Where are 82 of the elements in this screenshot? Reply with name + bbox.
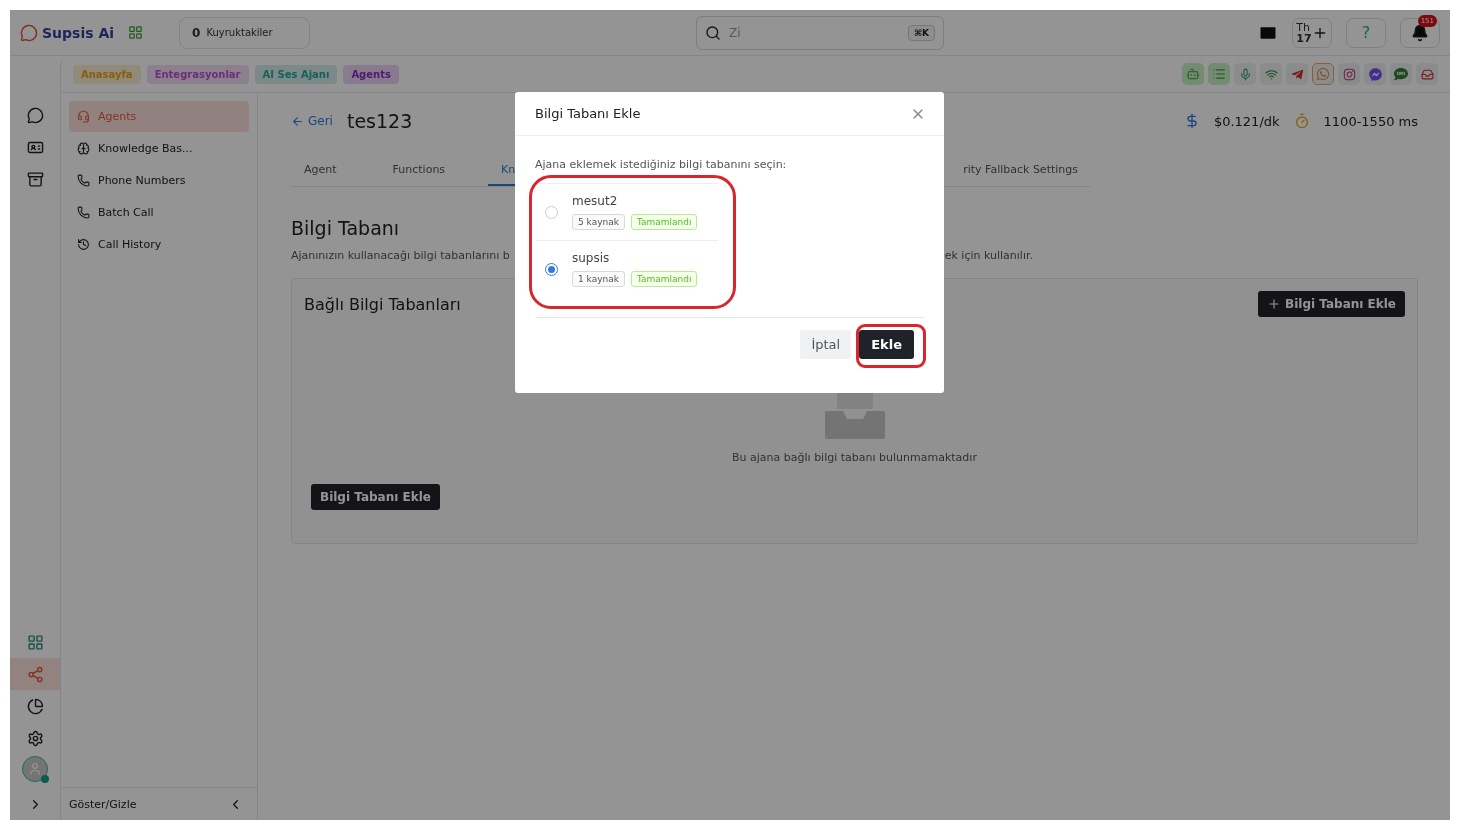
calendar-button[interactable]: Th 17	[1292, 17, 1332, 48]
knowledge-option[interactable]: mesut2 5 kaynak Tamamlandı	[535, 183, 718, 240]
stopwatch-icon	[1293, 113, 1310, 129]
price-text: $0.121/dk	[1213, 113, 1280, 129]
channel-button[interactable]	[1260, 63, 1282, 85]
source-count: 1 kaynak	[572, 271, 625, 287]
queue-label: Kuyruktakiler	[206, 27, 273, 38]
sms-icon	[1394, 67, 1408, 81]
channel-button[interactable]	[1364, 63, 1386, 85]
agent-title: tes123	[346, 110, 413, 132]
channel-button[interactable]	[1208, 63, 1230, 85]
sidebar-item[interactable]: Call History	[69, 229, 249, 260]
section-description: ek için kullanılır.	[944, 249, 1033, 262]
instagram-icon	[1342, 67, 1356, 81]
inbox-icon	[1420, 67, 1434, 81]
channel-button[interactable]	[1234, 63, 1256, 85]
back-link[interactable]: Geri	[291, 114, 333, 128]
weekday-label: Th	[1296, 21, 1312, 33]
add-knowledge-button[interactable]: Bilgi Tabanı Ekle	[1258, 291, 1405, 317]
search-icon	[705, 24, 722, 41]
toggle-sidebar-bar[interactable]: Göster/Gizle	[61, 787, 257, 820]
plus-icon	[1267, 297, 1282, 311]
whatsapp-icon	[1316, 67, 1330, 81]
knowledge-option[interactable]: supsis 1 kaynak Tamamlandı	[535, 240, 718, 297]
apps-grid-icon[interactable]	[128, 25, 144, 40]
option-name: mesut2	[572, 194, 619, 208]
messenger-icon	[1368, 67, 1382, 81]
status-tag: Tamamlandı	[630, 271, 698, 287]
empty-message: Bu ajana bağlı bilgi tabanı bulunmamaktadır	[732, 451, 977, 464]
headset-icon	[77, 110, 90, 123]
shortcut-key: ⌘K	[907, 24, 936, 41]
queue-count: 0	[192, 25, 201, 40]
modal-title: Bilgi Tabanı Ekle	[535, 106, 641, 121]
paper-plane-icon	[1290, 67, 1304, 81]
share-icon	[26, 665, 44, 683]
wifi-icon	[1264, 67, 1278, 81]
tab[interactable]: rity Fallback Settings	[950, 157, 1091, 186]
add-knowledge-button[interactable]: Bilgi Tabanı Ekle	[311, 484, 440, 510]
bell-icon	[1411, 23, 1429, 42]
tab[interactable]: Agent	[291, 157, 350, 186]
help-mark: ?	[1361, 23, 1371, 42]
confirm-button[interactable]: Ekle	[859, 330, 914, 359]
list-icon	[1212, 67, 1226, 81]
channel-button[interactable]	[1312, 63, 1334, 85]
robot-icon	[1186, 67, 1200, 81]
search-input[interactable]: Zi	[727, 24, 902, 41]
section-description: Ajanınızın kullanacağı bilgi tabanlarını b	[291, 249, 510, 262]
history-icon	[77, 238, 90, 251]
card-title: Bağlı Bilgi Tabanları	[304, 294, 461, 314]
modal-prompt: Ajana eklemek istediğiniz bilgi tabanını seçin:	[535, 158, 788, 171]
phone-icon	[77, 174, 90, 187]
chat-icon	[26, 106, 44, 124]
tray-icon	[26, 170, 44, 188]
search-field[interactable]: Zi ⌘K	[696, 15, 945, 50]
channel-button[interactable]	[1286, 63, 1308, 85]
settings-icon	[26, 729, 44, 747]
day-number: 17	[1296, 32, 1312, 44]
microphone-icon	[1238, 67, 1252, 81]
brand-name: Supsis Ai	[42, 24, 115, 41]
sidebar-item[interactable]: Phone Numbers	[69, 165, 249, 196]
status-tag: Tamamlandı	[630, 214, 698, 230]
channel-button[interactable]	[1182, 63, 1204, 85]
sidebar-item[interactable]: Batch Call	[69, 197, 249, 228]
section-title: Bilgi Tabanı	[291, 217, 400, 239]
user-avatar[interactable]	[22, 756, 48, 782]
channel-button[interactable]	[1416, 63, 1438, 85]
source-count: 5 kaynak	[572, 214, 625, 230]
option-name: supsis	[572, 251, 611, 265]
pie-chart-icon	[26, 697, 44, 715]
queue-counter[interactable]: 0 Kuyruktakiler	[179, 16, 311, 49]
highlight-outline	[856, 324, 926, 368]
latency-text: 1100-1550 ms	[1323, 113, 1418, 129]
cancel-button[interactable]: İptal	[800, 330, 852, 359]
grid-icon	[26, 633, 44, 651]
phone-icon	[77, 206, 90, 219]
channel-button[interactable]	[1338, 63, 1360, 85]
arrow-left-icon	[291, 114, 304, 128]
tab[interactable]: Functions	[379, 157, 459, 186]
logo-icon	[20, 23, 38, 42]
brain-icon	[77, 142, 90, 155]
sidebar-item[interactable]: Knowledge Bas...	[69, 133, 249, 164]
channel-button[interactable]	[1390, 63, 1412, 85]
